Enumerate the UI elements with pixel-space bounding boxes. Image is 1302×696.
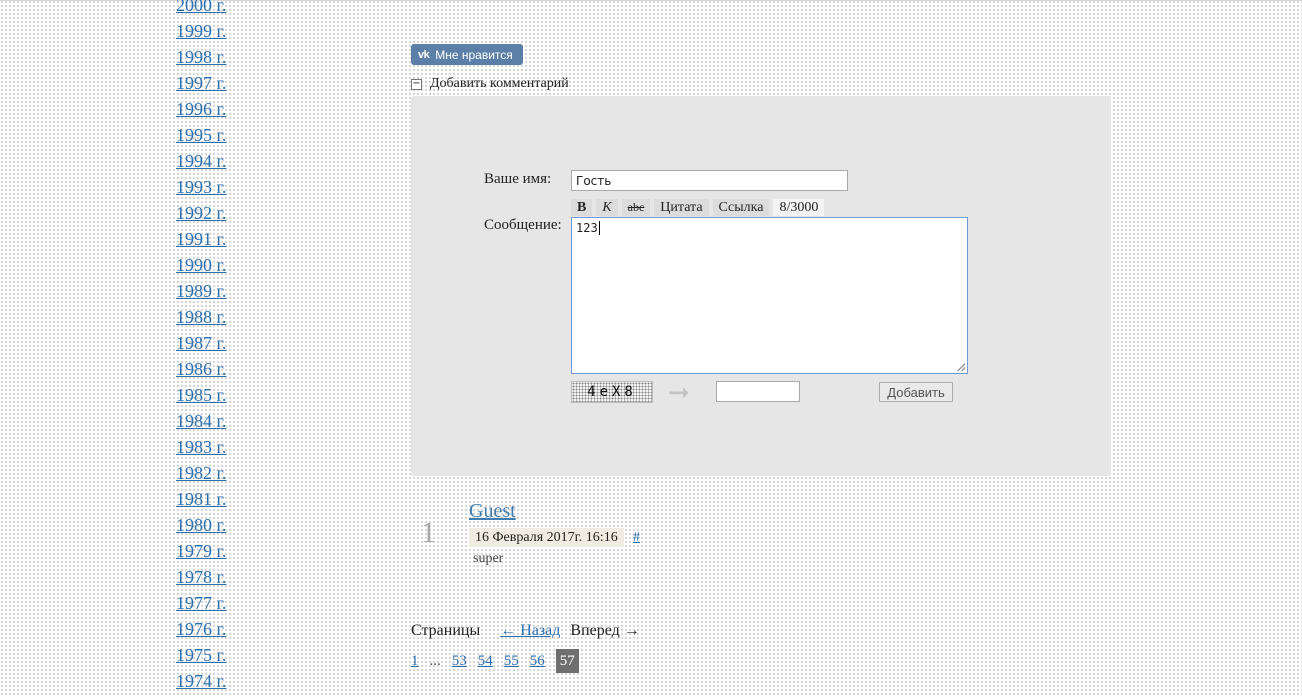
year-link-1984[interactable]: 1984 г. (176, 411, 226, 431)
year-item: 1996 г. (176, 96, 226, 122)
text-cursor (598, 221, 600, 235)
page-link-55[interactable]: 55 (504, 653, 519, 670)
page-link-54[interactable]: 54 (478, 653, 493, 670)
page-numbers: 1 ... 53 54 55 56 57 (411, 649, 579, 673)
name-label: Ваше имя: (484, 171, 552, 187)
year-link-1982[interactable]: 1982 г. (176, 463, 226, 483)
comment-permalink[interactable]: # (633, 528, 640, 547)
year-item: 1982 г. (176, 460, 226, 486)
year-item: 1992 г. (176, 200, 226, 226)
comment-number: 1 (421, 516, 436, 549)
year-link-1995[interactable]: 1995 г. (176, 125, 226, 145)
year-link-1999[interactable]: 1999 г. (176, 21, 226, 41)
year-link-1985[interactable]: 1985 г. (176, 385, 226, 405)
year-link-1978[interactable]: 1978 г. (176, 567, 226, 587)
strikethrough-button[interactable]: abc (621, 199, 651, 216)
next-page-text: Вперед → (570, 622, 640, 639)
add-comment-label[interactable]: Добавить комментарий (430, 76, 569, 92)
year-item: 1979 г. (176, 538, 226, 564)
year-item: 1988 г. (176, 304, 226, 330)
year-link-1991[interactable]: 1991 г. (176, 229, 226, 249)
year-item: 1997 г. (176, 70, 226, 96)
captcha-image: 4eX8 (571, 381, 653, 403)
year-item: 1994 г. (176, 148, 226, 174)
year-item: 1995 г. (176, 122, 226, 148)
year-item: 1999 г. (176, 18, 226, 44)
year-item: 1993 г. (176, 174, 226, 200)
name-input[interactable] (571, 170, 848, 191)
quote-button[interactable]: Цитата (654, 199, 709, 216)
vk-like-button[interactable]: vk Мне нравится (411, 44, 523, 65)
format-toolbar: B К abc Цитата Ссылка 8/3000 (571, 199, 825, 216)
year-link-1976[interactable]: 1976 г. (176, 619, 226, 639)
year-link-1987[interactable]: 1987 г. (176, 333, 226, 353)
year-item: 1987 г. (176, 330, 226, 356)
year-item: 1974 г. (176, 668, 226, 694)
pagination-nav: Страницы ← Назад Вперед → (411, 622, 640, 640)
year-item: 1998 г. (176, 44, 226, 70)
year-link-1994[interactable]: 1994 г. (176, 151, 226, 171)
year-item: 1975 г. (176, 642, 226, 668)
year-archive-list: 2000 г. 1999 г. 1998 г. 1997 г. 1996 г. … (176, 0, 226, 694)
comment-date: 16 Февраля 2017г. 16:16 (469, 528, 624, 547)
year-link-1977[interactable]: 1977 г. (176, 593, 226, 613)
year-item: 1991 г. (176, 226, 226, 252)
year-link-1992[interactable]: 1992 г. (176, 203, 226, 223)
arrow-right-icon: ➞ (668, 378, 690, 408)
collapse-icon[interactable]: − (411, 78, 422, 90)
year-item: 1985 г. (176, 382, 226, 408)
bold-button[interactable]: B (571, 199, 593, 216)
link-button[interactable]: Ссылка (712, 199, 770, 216)
year-link-1989[interactable]: 1989 г. (176, 281, 226, 301)
year-link-2000[interactable]: 2000 г. (176, 0, 226, 15)
year-link-1988[interactable]: 1988 г. (176, 307, 226, 327)
comment-form-panel: Ваше имя: B К abc Цитата Ссылка 8/3000 С… (411, 96, 1111, 476)
year-item: 1977 г. (176, 590, 226, 616)
year-item: 1984 г. (176, 408, 226, 434)
comment-text: super (473, 551, 504, 566)
message-label: Сообщение: (484, 217, 562, 233)
year-item: 2000 г. (176, 0, 226, 18)
year-link-1986[interactable]: 1986 г. (176, 359, 226, 379)
prev-page-link[interactable]: ← Назад (500, 622, 560, 640)
year-link-1996[interactable]: 1996 г. (176, 99, 226, 119)
year-link-1980[interactable]: 1980 г. (176, 515, 226, 535)
vk-logo-icon: vk (418, 48, 430, 61)
add-comment-button[interactable]: Добавить (879, 382, 953, 402)
year-link-1983[interactable]: 1983 г. (176, 437, 226, 457)
year-link-1993[interactable]: 1993 г. (176, 177, 226, 197)
current-page: 57 (555, 649, 579, 673)
year-link-1975[interactable]: 1975 г. (176, 645, 226, 665)
year-item: 1986 г. (176, 356, 226, 382)
vk-like-label: Мне нравится (435, 47, 513, 62)
message-text: 123 (576, 221, 598, 235)
captcha-input[interactable] (716, 381, 800, 402)
year-link-1981[interactable]: 1981 г. (176, 489, 226, 509)
year-item: 1980 г. (176, 512, 226, 538)
add-comment-toggle[interactable]: − Добавить комментарий (411, 76, 569, 92)
year-item: 1983 г. (176, 434, 226, 460)
page-ellipsis: ... (429, 652, 441, 669)
comment-author-link[interactable]: Guest (469, 500, 516, 523)
year-item: 1990 г. (176, 252, 226, 278)
year-link-1979[interactable]: 1979 г. (176, 541, 226, 561)
year-item: 1989 г. (176, 278, 226, 304)
resize-grip-icon[interactable] (957, 363, 965, 371)
page-link-1[interactable]: 1 (411, 653, 419, 670)
page-link-56[interactable]: 56 (530, 653, 545, 670)
page-link-53[interactable]: 53 (452, 653, 467, 670)
year-link-1997[interactable]: 1997 г. (176, 73, 226, 93)
year-item: 1978 г. (176, 564, 226, 590)
year-item: 1976 г. (176, 616, 226, 642)
message-textarea[interactable]: 123 (571, 217, 968, 374)
year-link-1990[interactable]: 1990 г. (176, 255, 226, 275)
year-link-1974[interactable]: 1974 г. (176, 671, 226, 691)
char-counter: 8/3000 (773, 199, 825, 216)
italic-button[interactable]: К (596, 199, 618, 216)
year-item: 1981 г. (176, 486, 226, 512)
year-link-1998[interactable]: 1998 г. (176, 47, 226, 67)
pages-label: Страницы (411, 622, 481, 639)
